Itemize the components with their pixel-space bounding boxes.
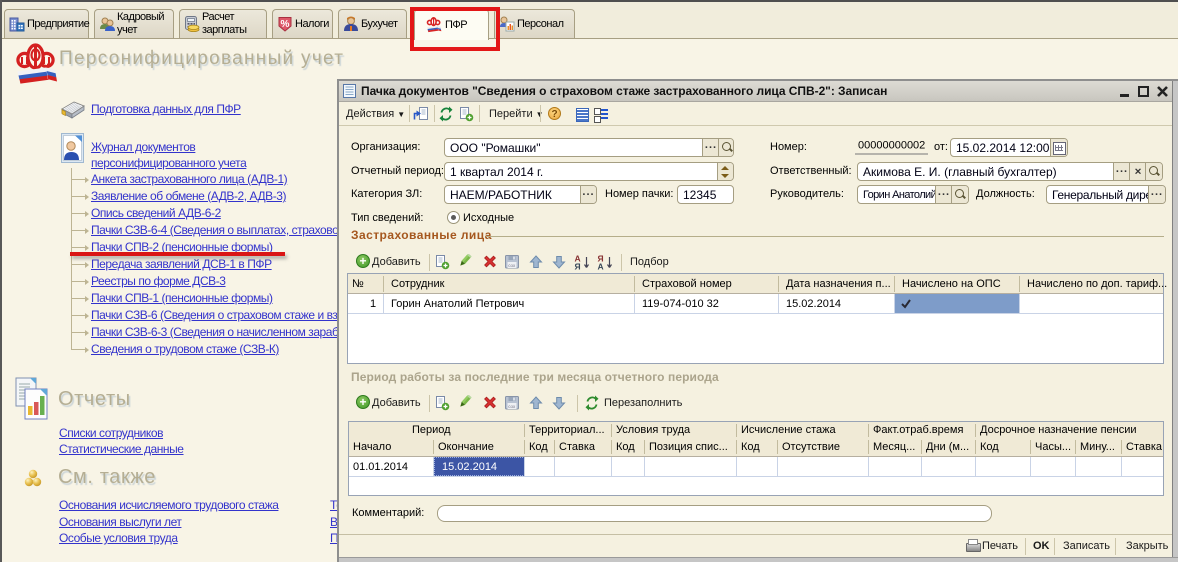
svg-text:А: А: [598, 262, 604, 271]
svg-text:сох: сох: [508, 263, 516, 268]
svg-text:%: %: [281, 19, 290, 30]
svg-text:сох: сох: [508, 404, 516, 409]
svg-text:Я: Я: [575, 262, 581, 271]
